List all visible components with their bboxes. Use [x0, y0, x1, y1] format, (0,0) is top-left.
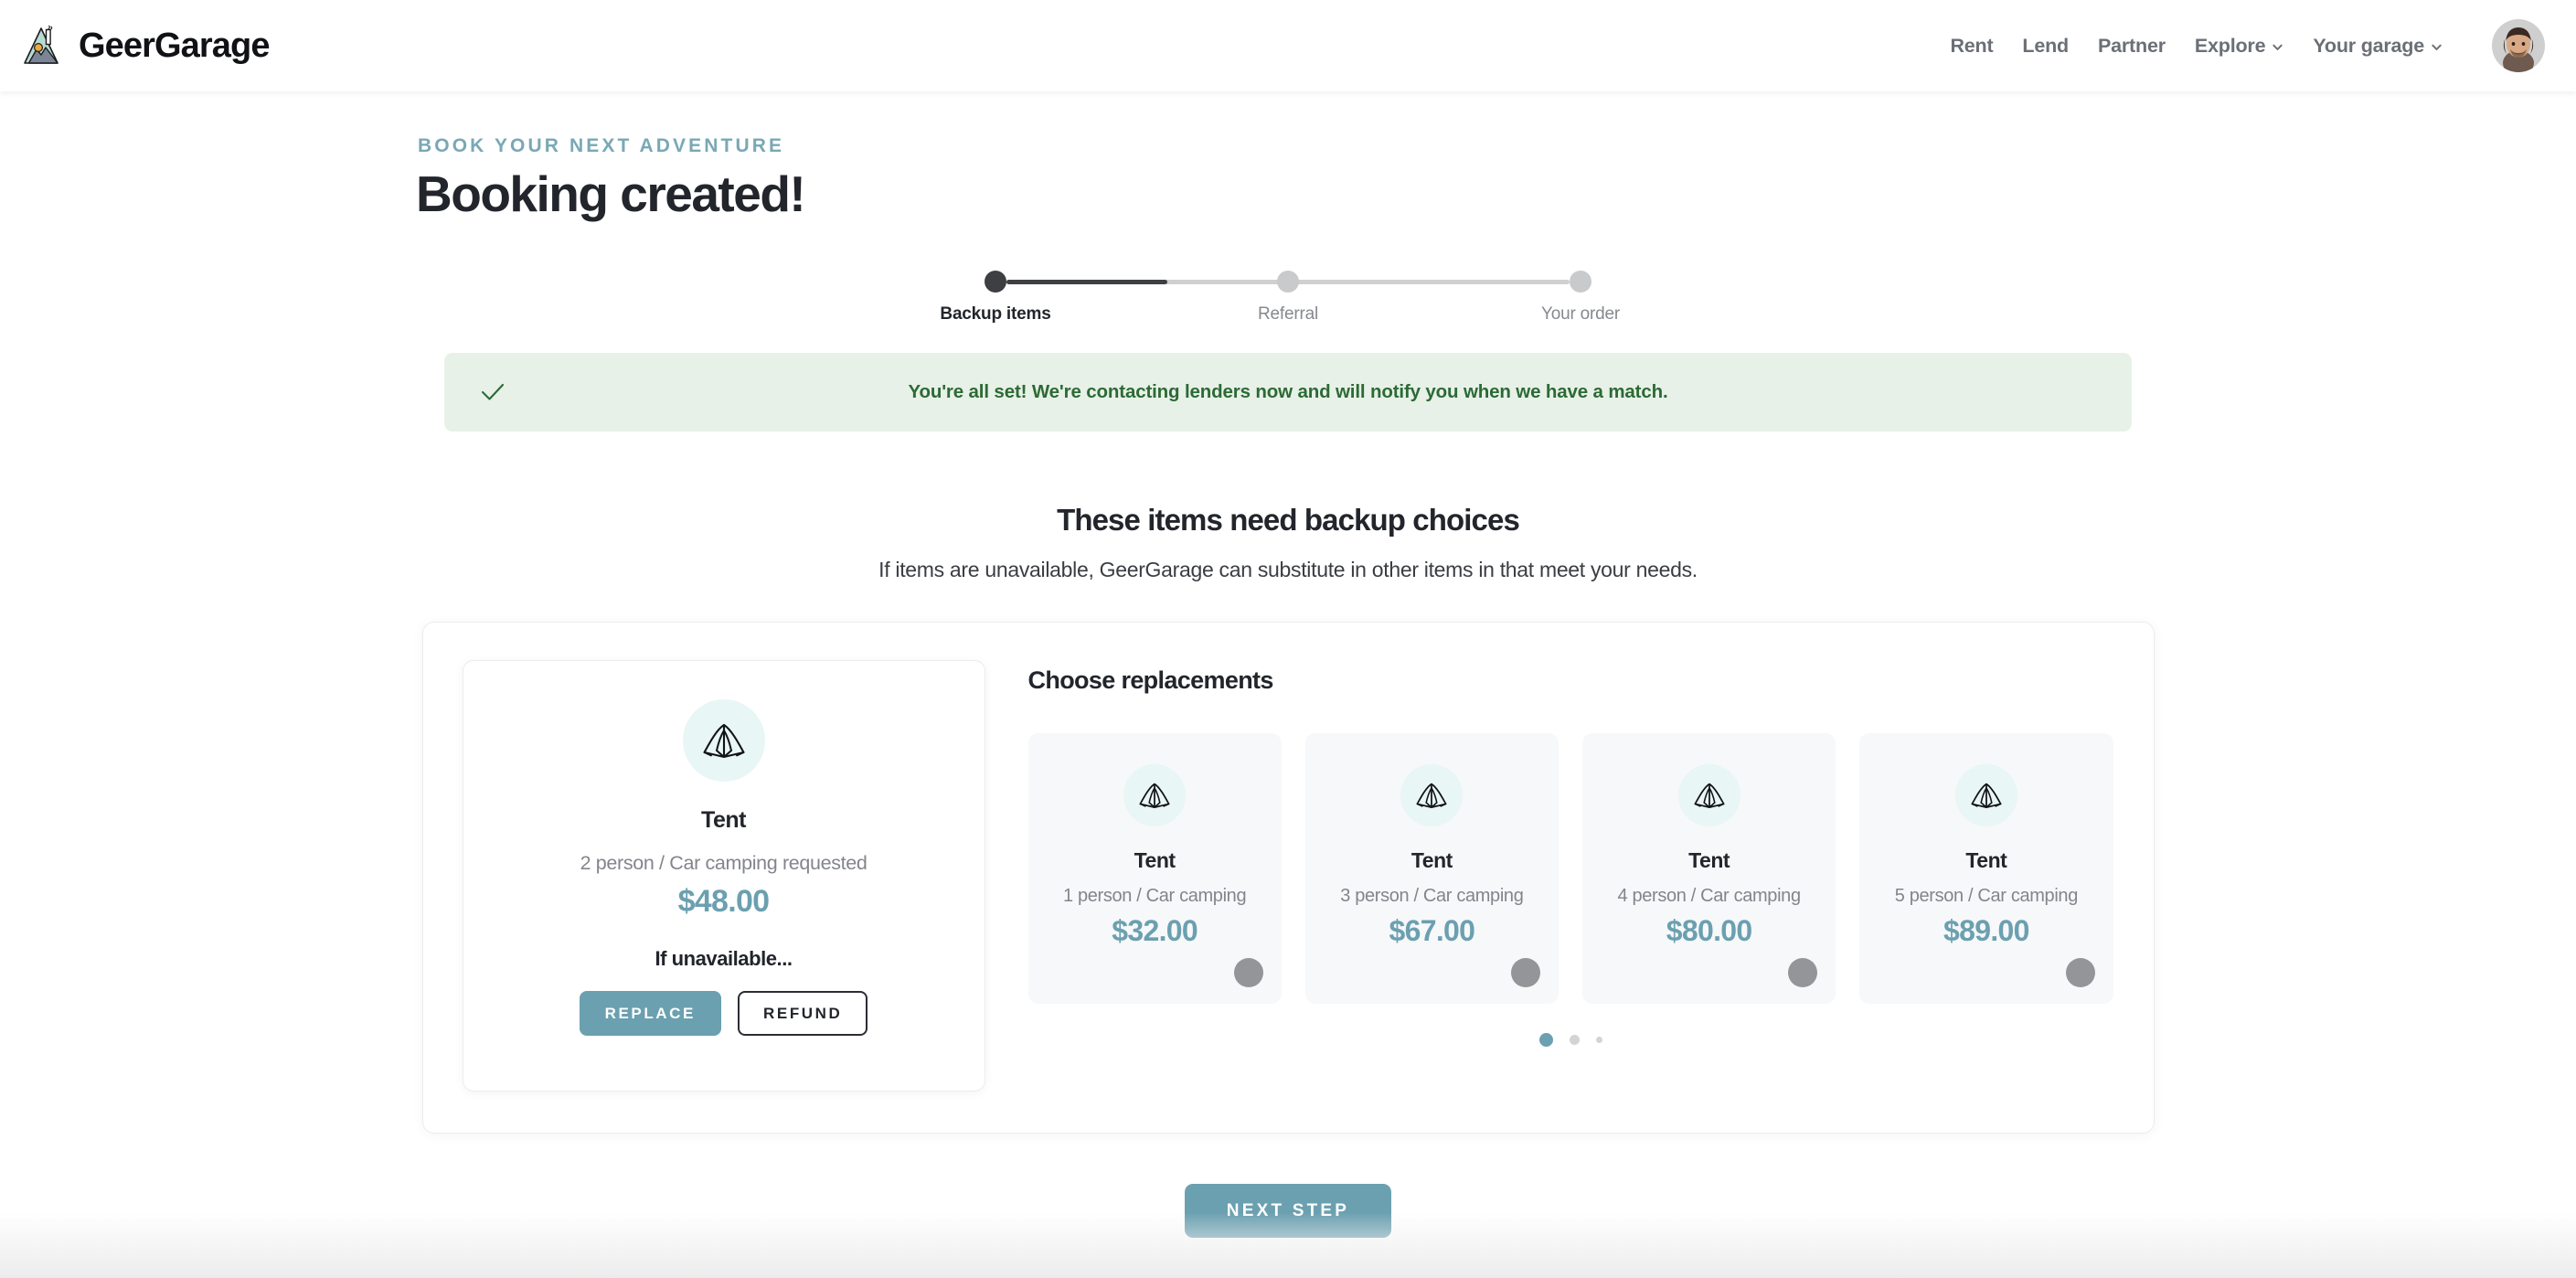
nav-item-your-garage[interactable]: Your garage	[2313, 35, 2443, 58]
nav-item-partner[interactable]: Partner	[2098, 35, 2166, 58]
stepper-step-label: Referral	[1258, 304, 1318, 324]
nav-item-lend[interactable]: Lend	[2022, 35, 2069, 58]
refund-button[interactable]: REFUND	[738, 990, 868, 1036]
page-eyebrow: BOOK YOUR NEXT ADVENTURE	[418, 135, 785, 156]
carousel-dot-3[interactable]	[1595, 1037, 1602, 1044]
stepper-step-label: Your order	[1540, 304, 1621, 324]
content-wrapper: BOOK YOUR NEXT ADVENTURE Booking created…	[416, 91, 2160, 1238]
replacements-title: Choose replacements	[1027, 666, 1274, 694]
brand-name: GeerGarage	[79, 26, 270, 65]
nav-item-label: Lend	[2022, 34, 2069, 57]
success-banner-message: You're all set! We're contacting lenders…	[908, 380, 1668, 402]
backup-section-subtitle: If items are unavailable, GeerGarage can…	[878, 557, 1698, 581]
replacement-select-radio[interactable]	[1233, 957, 1263, 987]
checkout-stepper: Backup items Referral Your order	[940, 265, 1620, 329]
fallback-choice-buttons: REPLACE REFUND	[491, 990, 957, 1036]
replacement-item-name: Tent	[1965, 847, 2007, 872]
backup-choices-panel: Tent 2 person / Car camping requested $4…	[422, 622, 2154, 1133]
replacement-item-price: $67.00	[1389, 913, 1475, 947]
requested-item-price: $48.00	[677, 883, 770, 919]
carousel-dot-2[interactable]	[1569, 1035, 1580, 1046]
replacement-item-name: Tent	[1688, 847, 1730, 872]
requested-item-card: Tent 2 person / Car camping requested $4…	[463, 660, 985, 1091]
requested-item-spec: 2 person / Car camping requested	[580, 851, 868, 874]
tent-icon	[1677, 763, 1740, 826]
replacement-item-price: $89.00	[1943, 913, 2029, 947]
replacement-item-spec: 5 person / Car camping	[1894, 885, 2079, 906]
chevron-down-icon	[2272, 41, 2283, 53]
carousel-pagination	[1028, 1033, 2113, 1048]
replacement-card[interactable]: Tent 3 person / Car camping $67.00	[1304, 732, 1559, 1004]
replacement-item-name: Tent	[1134, 847, 1176, 872]
success-banner: You're all set! We're contacting lenders…	[444, 352, 2132, 431]
nav-item-label: Rent	[1950, 34, 1994, 57]
replacement-card[interactable]: Tent 1 person / Car camping $32.00	[1027, 732, 1282, 1004]
nav-item-explore[interactable]: Explore	[2195, 35, 2283, 58]
replacement-select-radio[interactable]	[2065, 957, 2095, 987]
tent-icon	[682, 698, 765, 782]
stepper-items: Backup items Referral Your order	[940, 270, 1620, 325]
next-step-button[interactable]: NEXT STEP	[1184, 1183, 1392, 1238]
brand-home-link[interactable]: GeerGarage	[20, 25, 270, 67]
replacement-item-spec: 1 person / Car camping	[1063, 885, 1247, 906]
requested-item-name: Tent	[701, 806, 746, 833]
nav-item-label: Your garage	[2313, 34, 2424, 57]
stepper-dot[interactable]	[985, 270, 1006, 293]
replacements-section: Choose replacements Tent 1 person / Car …	[1027, 661, 2113, 1091]
replacement-item-spec: 4 person / Car camping	[1617, 885, 1802, 906]
nav-item-label: Explore	[2194, 34, 2266, 57]
tent-icon	[1400, 763, 1464, 826]
replacement-select-radio[interactable]	[1788, 957, 1818, 987]
primary-navigation: Rent Lend Partner Explore Your garage	[1950, 19, 2545, 72]
page-body: BOOK YOUR NEXT ADVENTURE Booking created…	[0, 91, 2576, 1278]
replacement-item-price: $32.00	[1112, 913, 1198, 947]
replacement-item-spec: 3 person / Car camping	[1340, 885, 1524, 906]
avatar[interactable]	[2492, 19, 2545, 72]
replacement-card-list: Tent 1 person / Car camping $32.00 Tent …	[1027, 732, 2113, 1004]
nav-item-label: Partner	[2097, 34, 2166, 57]
site-header: GeerGarage Rent Lend Partner Explore You…	[0, 0, 2576, 91]
replacement-item-name: Tent	[1410, 847, 1453, 872]
tent-icon	[1954, 763, 2017, 826]
page-title: Booking created!	[416, 165, 806, 222]
if-unavailable-label: If unavailable...	[655, 946, 793, 970]
backup-section-header: These items need backup choices If items…	[416, 503, 2160, 582]
replacement-item-price: $80.00	[1666, 913, 1752, 947]
carousel-dot-1[interactable]	[1538, 1033, 1553, 1048]
stepper-step-label: Backup items	[940, 304, 1051, 324]
nav-item-rent[interactable]: Rent	[1950, 35, 1993, 58]
replacement-select-radio[interactable]	[1511, 957, 1540, 987]
backup-section-title: These items need backup choices	[1057, 502, 1520, 537]
mountain-volcano-icon	[20, 25, 62, 67]
stepper-dot[interactable]	[1277, 270, 1299, 293]
next-step-row: NEXT STEP	[416, 1183, 2160, 1238]
replacement-card[interactable]: Tent 5 person / Car camping $89.00	[1859, 732, 2113, 1004]
stepper-dot[interactable]	[1570, 270, 1591, 293]
chevron-down-icon	[2431, 41, 2443, 53]
tent-icon	[1123, 763, 1187, 826]
replace-button[interactable]: REPLACE	[579, 990, 721, 1036]
replacement-card[interactable]: Tent 4 person / Car camping $80.00	[1582, 732, 1836, 1004]
